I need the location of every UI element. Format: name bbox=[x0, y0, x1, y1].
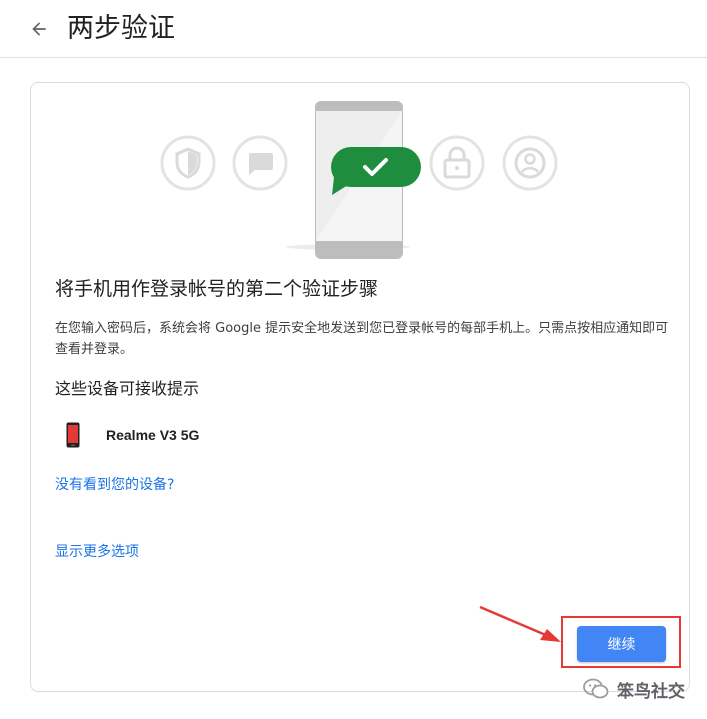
two-step-card: 将手机用作登录帐号的第二个验证步骤 在您输入密码后，系统会将 Google 提示… bbox=[30, 82, 690, 692]
account-icon bbox=[502, 135, 558, 191]
card-description: 在您输入密码后，系统会将 Google 提示安全地发送到您已登录帐号的每部手机上… bbox=[55, 321, 669, 357]
card-heading: 将手机用作登录帐号的第二个验证步骤 bbox=[55, 278, 379, 300]
watermark-text: 笨鸟社交 bbox=[617, 681, 685, 702]
no-device-link[interactable]: 没有看到您的设备? bbox=[55, 475, 174, 495]
device-item: Realme V3 5G bbox=[55, 419, 355, 451]
devices-heading: 这些设备可接收提示 bbox=[55, 379, 200, 398]
more-options-link[interactable]: 显示更多选项 bbox=[55, 542, 139, 562]
smartphone-icon bbox=[55, 419, 95, 451]
prompt-illustration bbox=[160, 101, 558, 259]
top-bar: 两步验证 bbox=[0, 0, 707, 58]
device-name: Realme V3 5G bbox=[106, 427, 200, 443]
continue-button[interactable]: 继续 bbox=[577, 626, 666, 662]
watermark: 笨鸟社交 bbox=[583, 676, 693, 702]
page-title: 两步验证 bbox=[67, 13, 175, 44]
arrow-left-icon bbox=[32, 22, 46, 36]
chat-bubble-icon bbox=[232, 135, 288, 191]
lock-icon bbox=[429, 135, 485, 191]
wechat-logo-icon bbox=[583, 678, 609, 699]
shield-icon bbox=[160, 135, 216, 191]
phone-checkmark-icon bbox=[286, 101, 421, 259]
annotation-arrow-icon bbox=[479, 605, 561, 642]
back-button[interactable] bbox=[24, 14, 54, 44]
